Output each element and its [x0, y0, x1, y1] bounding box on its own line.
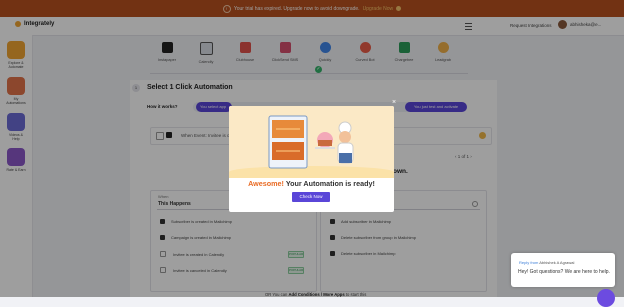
chat-message: Hey! Got questions? We are here to help.	[518, 269, 610, 275]
modal-message-text: Your Automation is ready!	[285, 179, 375, 188]
close-icon[interactable]: ×	[390, 99, 398, 107]
success-modal: Awesome! Your Automation is ready! Check…	[229, 106, 394, 212]
chat-from: Reply from Abhishek A Agrawal	[519, 260, 574, 265]
modal-accent: Awesome!	[248, 179, 284, 188]
chat-agent: Abhishek A Agrawal	[539, 260, 575, 265]
chef-oven-illustration	[268, 115, 354, 169]
chat-launcher-button[interactable]	[597, 289, 615, 307]
check-now-button[interactable]: Check Now	[292, 192, 330, 202]
modal-message: Awesome! Your Automation is ready!	[229, 179, 394, 188]
chat-reply-label: Reply from	[519, 260, 539, 265]
chat-popup[interactable]: Reply from Abhishek A Agrawal Hey! Got q…	[511, 253, 615, 287]
